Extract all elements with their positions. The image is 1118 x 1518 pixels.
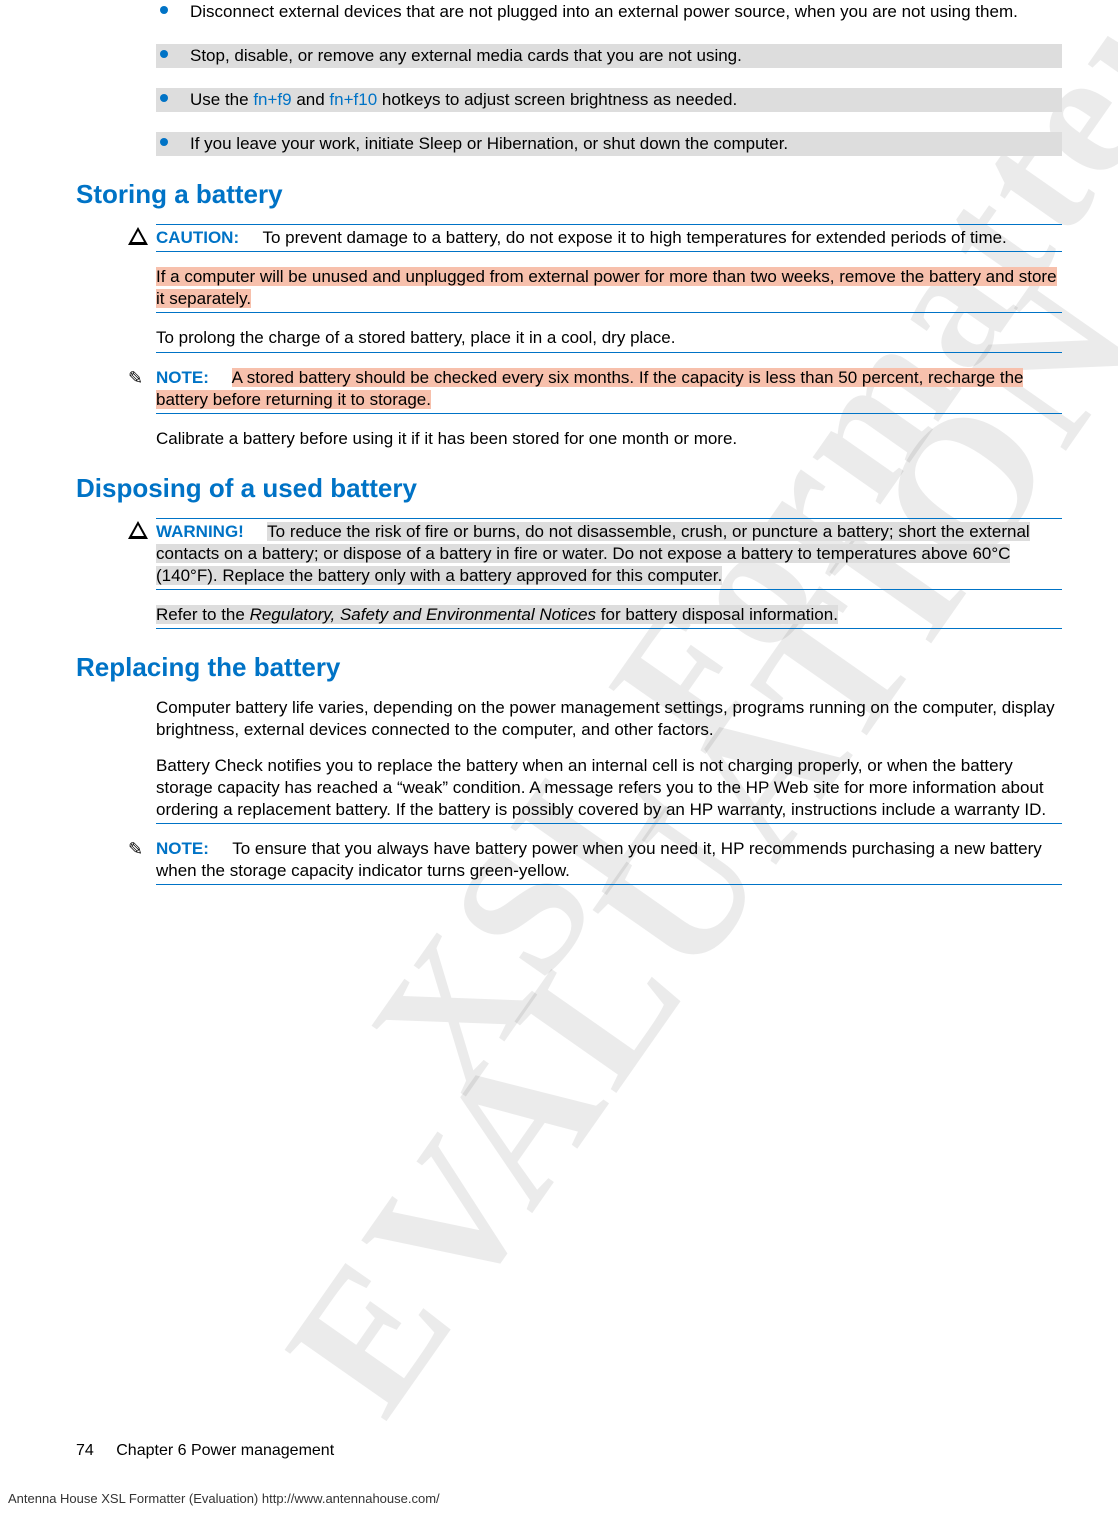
warning-admonition: WARNING! To reduce the risk of fire or b… xyxy=(156,518,1062,590)
note-label: NOTE: xyxy=(156,839,209,858)
paragraph-text: Refer to the Regulatory, Safety and Envi… xyxy=(156,605,838,624)
warning-text: To reduce the risk of fire or burns, do … xyxy=(156,522,1030,585)
list-text: Stop, disable, or remove any external me… xyxy=(190,46,742,65)
list-text: Use the xyxy=(190,90,253,109)
bullet-list: Disconnect external devices that are not… xyxy=(156,0,1062,156)
page-footer: 74 Chapter 6 Power management xyxy=(76,1441,334,1462)
note-text: A stored battery should be checked every… xyxy=(156,368,1023,409)
paragraph: To prolong the charge of a stored batter… xyxy=(156,327,1062,352)
caution-label: CAUTION: xyxy=(156,228,239,247)
page-number: 74 xyxy=(76,1442,94,1459)
caution-admonition: CAUTION: To prevent damage to a battery,… xyxy=(156,224,1062,252)
list-item: If you leave your work, initiate Sleep o… xyxy=(156,132,1062,156)
paragraph: If a computer will be unused and unplugg… xyxy=(156,266,1062,313)
paragraph: Battery Check notifies you to replace th… xyxy=(156,755,1062,824)
hotkey-link: fn+f9 xyxy=(253,90,291,109)
list-item: Stop, disable, or remove any external me… xyxy=(156,44,1062,68)
chapter-label: Chapter 6 Power management xyxy=(116,1442,334,1459)
note-admonition: ✎ NOTE: A stored battery should be check… xyxy=(156,367,1062,414)
section-heading-disposing: Disposing of a used battery xyxy=(76,472,1062,506)
note-text: To ensure that you always have battery p… xyxy=(156,839,1042,880)
note-icon: ✎ xyxy=(128,369,150,389)
note-admonition: ✎ NOTE: To ensure that you always have b… xyxy=(156,838,1062,885)
list-text: and xyxy=(292,90,330,109)
doc-title-ref: Regulatory, Safety and Environmental Not… xyxy=(250,605,596,624)
paragraph: Computer battery life varies, depending … xyxy=(156,697,1062,741)
warning-icon xyxy=(128,521,150,541)
note-label: NOTE: xyxy=(156,368,209,387)
paragraph: Refer to the Regulatory, Safety and Envi… xyxy=(156,604,1062,629)
list-text: Disconnect external devices that are not… xyxy=(190,2,1018,21)
list-item: Use the fn+f9 and fn+f10 hotkeys to adju… xyxy=(156,88,1062,112)
caution-text: To prevent damage to a battery, do not e… xyxy=(262,228,1006,247)
list-item: Disconnect external devices that are not… xyxy=(156,0,1062,24)
evaluation-footer: Antenna House XSL Formatter (Evaluation)… xyxy=(8,1491,440,1508)
list-text: hotkeys to adjust screen brightness as n… xyxy=(377,90,737,109)
note-icon: ✎ xyxy=(128,840,150,860)
section-heading-storing: Storing a battery xyxy=(76,178,1062,212)
hotkey-link: fn+f10 xyxy=(329,90,377,109)
caution-icon xyxy=(128,227,150,247)
paragraph: Calibrate a battery before using it if i… xyxy=(156,428,1062,450)
highlighted-text: If a computer will be unused and unplugg… xyxy=(156,267,1057,308)
section-heading-replacing: Replacing the battery xyxy=(76,651,1062,685)
warning-label: WARNING! xyxy=(156,522,244,541)
list-text: If you leave your work, initiate Sleep o… xyxy=(190,134,788,153)
